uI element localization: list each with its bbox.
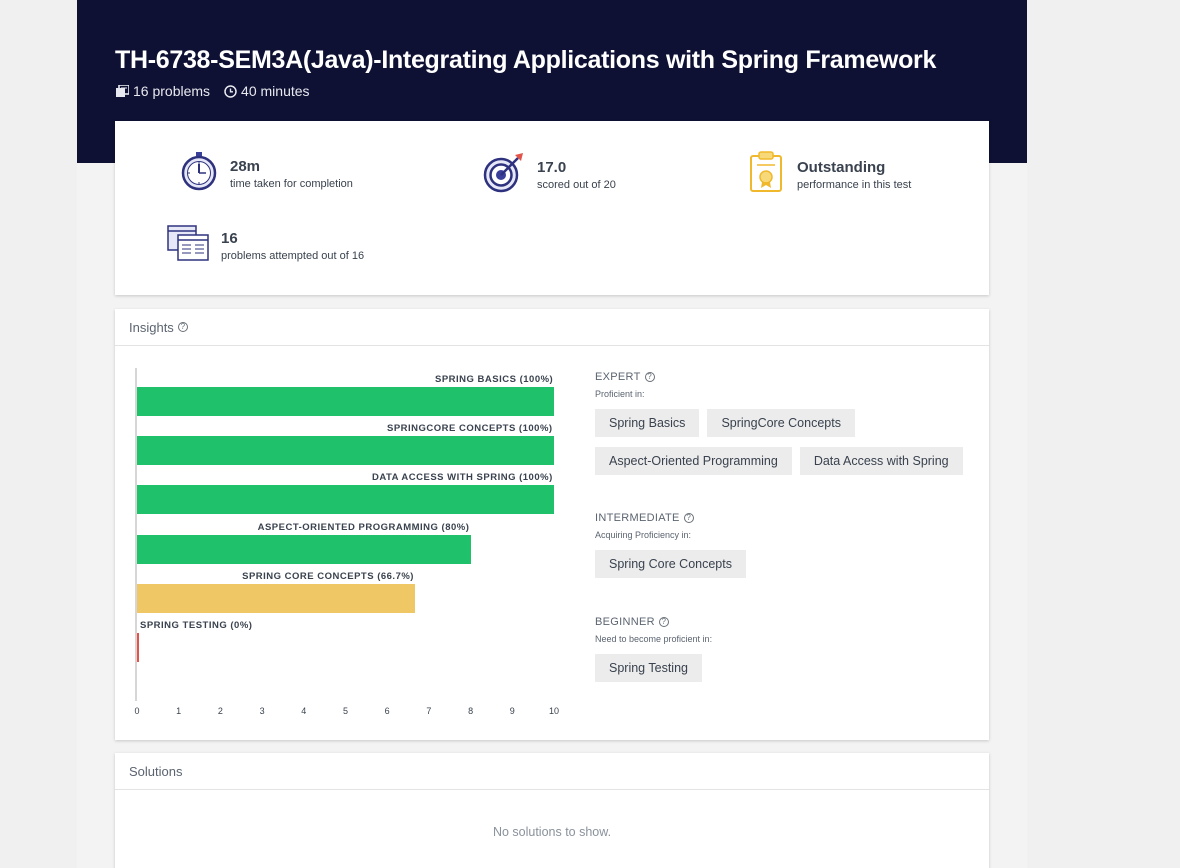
stopwatch-icon: [180, 151, 218, 196]
bar-label: ASPECT-ORIENTED PROGRAMMING (80%): [257, 521, 470, 533]
stat-time: 28m time taken for completion: [180, 151, 353, 196]
x-tick-label: 2: [217, 706, 223, 716]
bar-label: SPRING BASICS (100%): [435, 374, 554, 385]
chart-bar[interactable]: [137, 387, 554, 416]
problems-count: 16 problems: [116, 83, 210, 99]
level-expert: EXPERT? Proficient in: Spring Basics Spr…: [595, 371, 975, 475]
help-icon[interactable]: ?: [177, 322, 188, 332]
skill-chip: Spring Core Concepts: [595, 550, 746, 578]
help-icon[interactable]: ?: [683, 513, 694, 523]
skill-chip: Spring Testing: [595, 654, 702, 682]
time-value: 28m: [230, 157, 261, 175]
problems-label: 16 problems: [133, 83, 211, 99]
clock-icon: [224, 84, 237, 98]
stat-performance: Outstanding performance in this test: [749, 151, 911, 198]
chart-bar[interactable]: [137, 436, 554, 466]
page: TH-6738-SEM3A(Java)-Integrating Applicat…: [77, 0, 1027, 868]
x-tick-label: 1: [176, 706, 182, 716]
chart-bar[interactable]: [137, 534, 471, 564]
skill-chip: Data Access with Spring: [799, 447, 963, 475]
intermediate-title: INTERMEDIATE: [595, 512, 680, 524]
score-label: scored out of 20: [537, 178, 616, 191]
x-tick-label: 0: [134, 706, 140, 716]
intermediate-skills: Spring Core Concepts: [595, 550, 975, 578]
skill-chip: Aspect-Oriented Programming: [595, 447, 792, 475]
chart-bar[interactable]: [137, 633, 139, 662]
bar-label: SPRINGCORE CONCEPTS (100%): [387, 423, 553, 435]
page-title: TH-6738-SEM3A(Java)-Integrating Applicat…: [115, 46, 937, 74]
bar-label: SPRING TESTING (0%): [140, 620, 253, 631]
certificate-icon: [749, 151, 785, 198]
help-icon[interactable]: ?: [658, 617, 669, 627]
level-beginner: BEGINNER? Need to become proficient in: …: [595, 616, 975, 682]
performance-label: performance in this test: [797, 178, 912, 191]
x-tick-label: 8: [468, 706, 474, 716]
x-tick-label: 7: [426, 706, 432, 716]
expert-skills: Spring Basics SpringCore Concepts Aspect…: [595, 409, 975, 475]
x-tick-label: 10: [548, 706, 560, 716]
beginner-title: BEGINNER: [595, 616, 655, 628]
solutions-card: Solutions No solutions to show.: [115, 753, 989, 868]
target-icon: [483, 151, 525, 198]
empty-state: No solutions to show.: [492, 825, 612, 839]
chart-bar[interactable]: [137, 583, 416, 613]
stat-score: 17.0 scored out of 20: [483, 151, 616, 198]
insights-header: Insights ?: [115, 309, 989, 346]
attempted-value: 16: [221, 229, 238, 247]
expert-subtitle: Proficient in:: [595, 389, 645, 399]
bar-label: SPRING CORE CONCEPTS (66.7%): [242, 570, 414, 582]
x-tick-label: 3: [259, 706, 265, 716]
x-tick-label: 9: [509, 706, 515, 716]
level-intermediate: INTERMEDIATE? Acquiring Proficiency in: …: [595, 512, 975, 578]
x-tick-label: 4: [301, 706, 307, 716]
skill-chip: SpringCore Concepts: [707, 409, 855, 437]
beginner-subtitle: Need to become proficient in:: [595, 634, 713, 644]
problems-icon: [116, 85, 129, 97]
test-meta: 16 problems 40 minutes: [116, 83, 310, 99]
chart-bar[interactable]: [137, 485, 554, 515]
solutions-header: Solutions: [115, 753, 989, 790]
insights-title: Insights: [129, 319, 174, 335]
beginner-skills: Spring Testing: [595, 654, 975, 682]
duration: 40 minutes: [224, 83, 310, 99]
help-icon[interactable]: ?: [644, 372, 655, 382]
bar-label: DATA ACCESS WITH SPRING (100%): [372, 472, 553, 484]
stat-attempted: 16 problems attempted out of 16: [167, 225, 364, 266]
insights-card: Insights ? SPRING BASICS (100%) SPRINGCOR…: [115, 309, 989, 740]
documents-icon: [167, 225, 209, 266]
skills-bar-chart: SPRING BASICS (100%) SPRINGCORE CONCEPTS …: [115, 346, 575, 740]
intermediate-subtitle: Acquiring Proficiency in:: [595, 530, 692, 540]
x-tick-label: 5: [342, 706, 349, 716]
expert-title: EXPERT: [595, 371, 641, 383]
score-value: 17.0: [537, 158, 567, 176]
summary-card: 28m time taken for completion 17.0 score…: [115, 121, 989, 295]
solutions-title: Solutions: [129, 763, 183, 779]
x-tick-label: 6: [384, 706, 390, 716]
attempted-label: problems attempted out of 16: [221, 249, 365, 262]
skill-chip: Spring Basics: [595, 409, 700, 437]
duration-label: 40 minutes: [241, 83, 310, 99]
performance-value: Outstanding: [797, 158, 886, 176]
time-label: time taken for completion: [230, 177, 353, 190]
